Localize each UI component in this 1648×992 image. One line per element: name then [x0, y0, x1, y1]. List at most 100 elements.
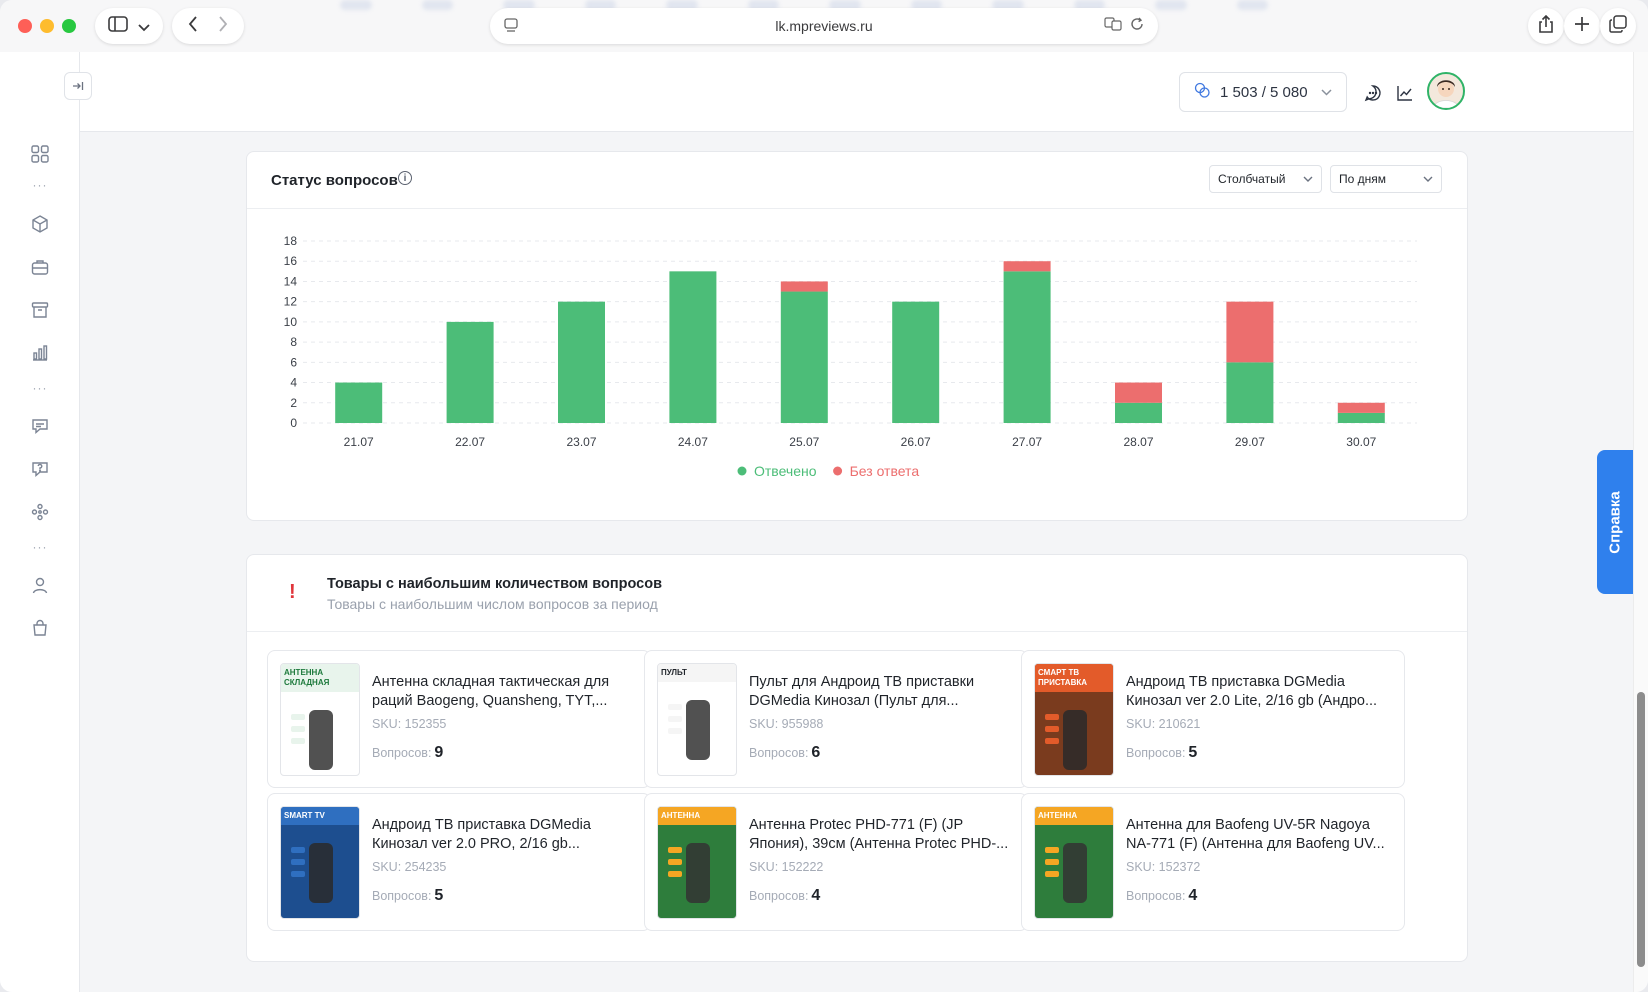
- product-name[interactable]: Антенна складная тактическая для раций B…: [372, 673, 642, 711]
- questions-icon[interactable]: [28, 457, 52, 481]
- line-chart-icon[interactable]: [1394, 82, 1416, 104]
- app-header: 1 503 / 5 080: [80, 52, 1633, 132]
- zoom-window-button[interactable]: [62, 19, 76, 33]
- sku-label: SKU:: [749, 860, 779, 874]
- product-thumbnail: АНТЕННА: [657, 806, 737, 919]
- questions-value: 5: [434, 887, 444, 904]
- forward-icon[interactable]: [218, 15, 228, 37]
- product-thumbnail: ПУЛЬТ: [657, 663, 737, 776]
- chart-type-select[interactable]: Столбчатый: [1209, 165, 1322, 193]
- chevron-down-icon: [1423, 173, 1433, 185]
- analytics-icon[interactable]: [28, 341, 52, 365]
- scrollbar-thumb[interactable]: [1637, 692, 1645, 967]
- sku-value: 152355: [404, 717, 447, 731]
- product-name[interactable]: Андроид ТВ приставка DGMedia Кинозал ver…: [1126, 673, 1396, 711]
- help-label: Справка: [1606, 490, 1624, 554]
- product-card[interactable]: АНТЕННА Антенна Protec PHD-771 (F) (JP Яп…: [644, 793, 1028, 931]
- product-name[interactable]: Антенна Protec PHD-771 (F) (JP Япония), …: [749, 816, 1019, 854]
- tab-overview-button[interactable]: [1600, 8, 1636, 44]
- product-question-count: Вопросов: 5: [1126, 744, 1197, 762]
- page-settings-icon[interactable]: [504, 18, 518, 35]
- y-tick-label: 10: [284, 315, 298, 329]
- product-card[interactable]: ПУЛЬТ Пульт для Андроид ТВ приставки DGMe…: [644, 650, 1028, 788]
- legend-marker: [737, 466, 747, 476]
- exclamation-icon: !: [289, 581, 296, 603]
- product-image: [1045, 710, 1087, 770]
- integrations-icon[interactable]: [28, 500, 52, 524]
- questions-value: 6: [811, 744, 821, 761]
- sku-value: 152372: [1158, 860, 1201, 874]
- thumbnail-caption: АНТЕННА СКЛАДНАЯ: [281, 664, 359, 692]
- period-select[interactable]: По дням: [1330, 165, 1442, 193]
- chevron-down-icon: [138, 16, 150, 37]
- collapse-sidebar-button[interactable]: [64, 72, 92, 100]
- sku-label: SKU:: [372, 860, 402, 874]
- archive-icon[interactable]: [28, 298, 52, 322]
- user-icon[interactable]: [28, 573, 52, 597]
- bar-segment: [1337, 412, 1385, 423]
- bar-segment: [780, 291, 828, 423]
- reload-icon[interactable]: [1130, 17, 1144, 34]
- sidebar-icon: [108, 15, 128, 37]
- sidebar-toggle-button[interactable]: [95, 8, 163, 44]
- y-tick-label: 2: [290, 396, 297, 410]
- bar-segment: [446, 321, 494, 423]
- new-tab-button[interactable]: [1564, 8, 1600, 44]
- product-name[interactable]: Андроид ТВ приставка DGMedia Кинозал ver…: [372, 816, 642, 854]
- x-tick-label: 22.07: [455, 435, 485, 449]
- product-sku: SKU: 152222: [749, 860, 823, 874]
- close-window-button[interactable]: [18, 19, 32, 33]
- products-icon[interactable]: [28, 212, 52, 236]
- chat-icon[interactable]: [1362, 82, 1384, 104]
- plus-icon: [1574, 16, 1590, 37]
- info-icon[interactable]: i: [398, 171, 412, 185]
- translate-icon[interactable]: [1104, 17, 1122, 34]
- chevron-down-icon: [1321, 85, 1332, 99]
- dashboard-icon[interactable]: [28, 142, 52, 166]
- tabs-icon: [1609, 14, 1627, 38]
- sku-value: 955988: [781, 717, 824, 731]
- bar-segment: [335, 382, 383, 423]
- back-icon[interactable]: [188, 15, 198, 37]
- arrow-right-to-line-icon: [72, 79, 84, 94]
- product-card[interactable]: СМАРТ ТВ ПРИСТАВКА Андроид ТВ приставка D…: [1021, 650, 1405, 788]
- questions-label: Вопросов:: [749, 746, 809, 760]
- product-name[interactable]: Антенна для Baofeng UV-5R Nagoya NA-771 …: [1126, 816, 1396, 854]
- sku-value: 152222: [781, 860, 824, 874]
- product-thumbnail: SMART TV: [280, 806, 360, 919]
- x-tick-label: 26.07: [901, 435, 931, 449]
- question-status-card: Статус вопросов i Столбчатый По дням 024…: [246, 151, 1468, 521]
- reviews-icon[interactable]: [28, 414, 52, 438]
- minimize-window-button[interactable]: [40, 19, 54, 33]
- sku-label: SKU:: [1126, 860, 1156, 874]
- share-button[interactable]: [1528, 8, 1564, 44]
- card-title: Товары с наибольшим количеством вопросов: [327, 576, 663, 592]
- bar-segment: [892, 301, 940, 423]
- y-tick-label: 18: [284, 234, 298, 248]
- section-divider: ···: [32, 540, 48, 554]
- bar-segment: [1115, 382, 1162, 403]
- section-divider: ···: [32, 381, 48, 395]
- briefcase-icon[interactable]: [28, 255, 52, 279]
- product-card[interactable]: АНТЕННА СКЛАДНАЯ Антенна складная тактиче…: [267, 650, 651, 788]
- x-tick-label: 29.07: [1235, 435, 1265, 449]
- avatar[interactable]: [1427, 72, 1465, 110]
- product-question-count: Вопросов: 9: [372, 744, 443, 762]
- product-sku: SKU: 955988: [749, 717, 823, 731]
- help-button[interactable]: Справка: [1597, 450, 1633, 594]
- product-image: [668, 843, 710, 903]
- quota-dropdown[interactable]: 1 503 / 5 080: [1179, 72, 1347, 112]
- address-bar[interactable]: lk.mpreviews.ru: [490, 8, 1158, 44]
- product-card[interactable]: SMART TV Андроид ТВ приставка DGMedia Кин…: [267, 793, 651, 931]
- x-tick-label: 23.07: [566, 435, 596, 449]
- thumbnail-caption: СМАРТ ТВ ПРИСТАВКА: [1035, 664, 1113, 692]
- product-card[interactable]: АНТЕННА Антенна для Baofeng UV-5R Nagoya …: [1021, 793, 1405, 931]
- sku-value: 254235: [404, 860, 447, 874]
- card-subtitle: Товары с наибольшим числом вопросов за п…: [327, 596, 658, 612]
- shopping-bag-icon[interactable]: [28, 616, 52, 640]
- product-name[interactable]: Пульт для Андроид ТВ приставки DGMedia К…: [749, 673, 1019, 711]
- browser-window: lk.mpreviews.ru ··· ··· ··· 1 503 / 5 08…: [0, 0, 1648, 992]
- url-text: lk.mpreviews.ru: [775, 18, 873, 34]
- app-sidebar: ··· ··· ···: [0, 52, 80, 992]
- y-tick-label: 0: [290, 416, 297, 430]
